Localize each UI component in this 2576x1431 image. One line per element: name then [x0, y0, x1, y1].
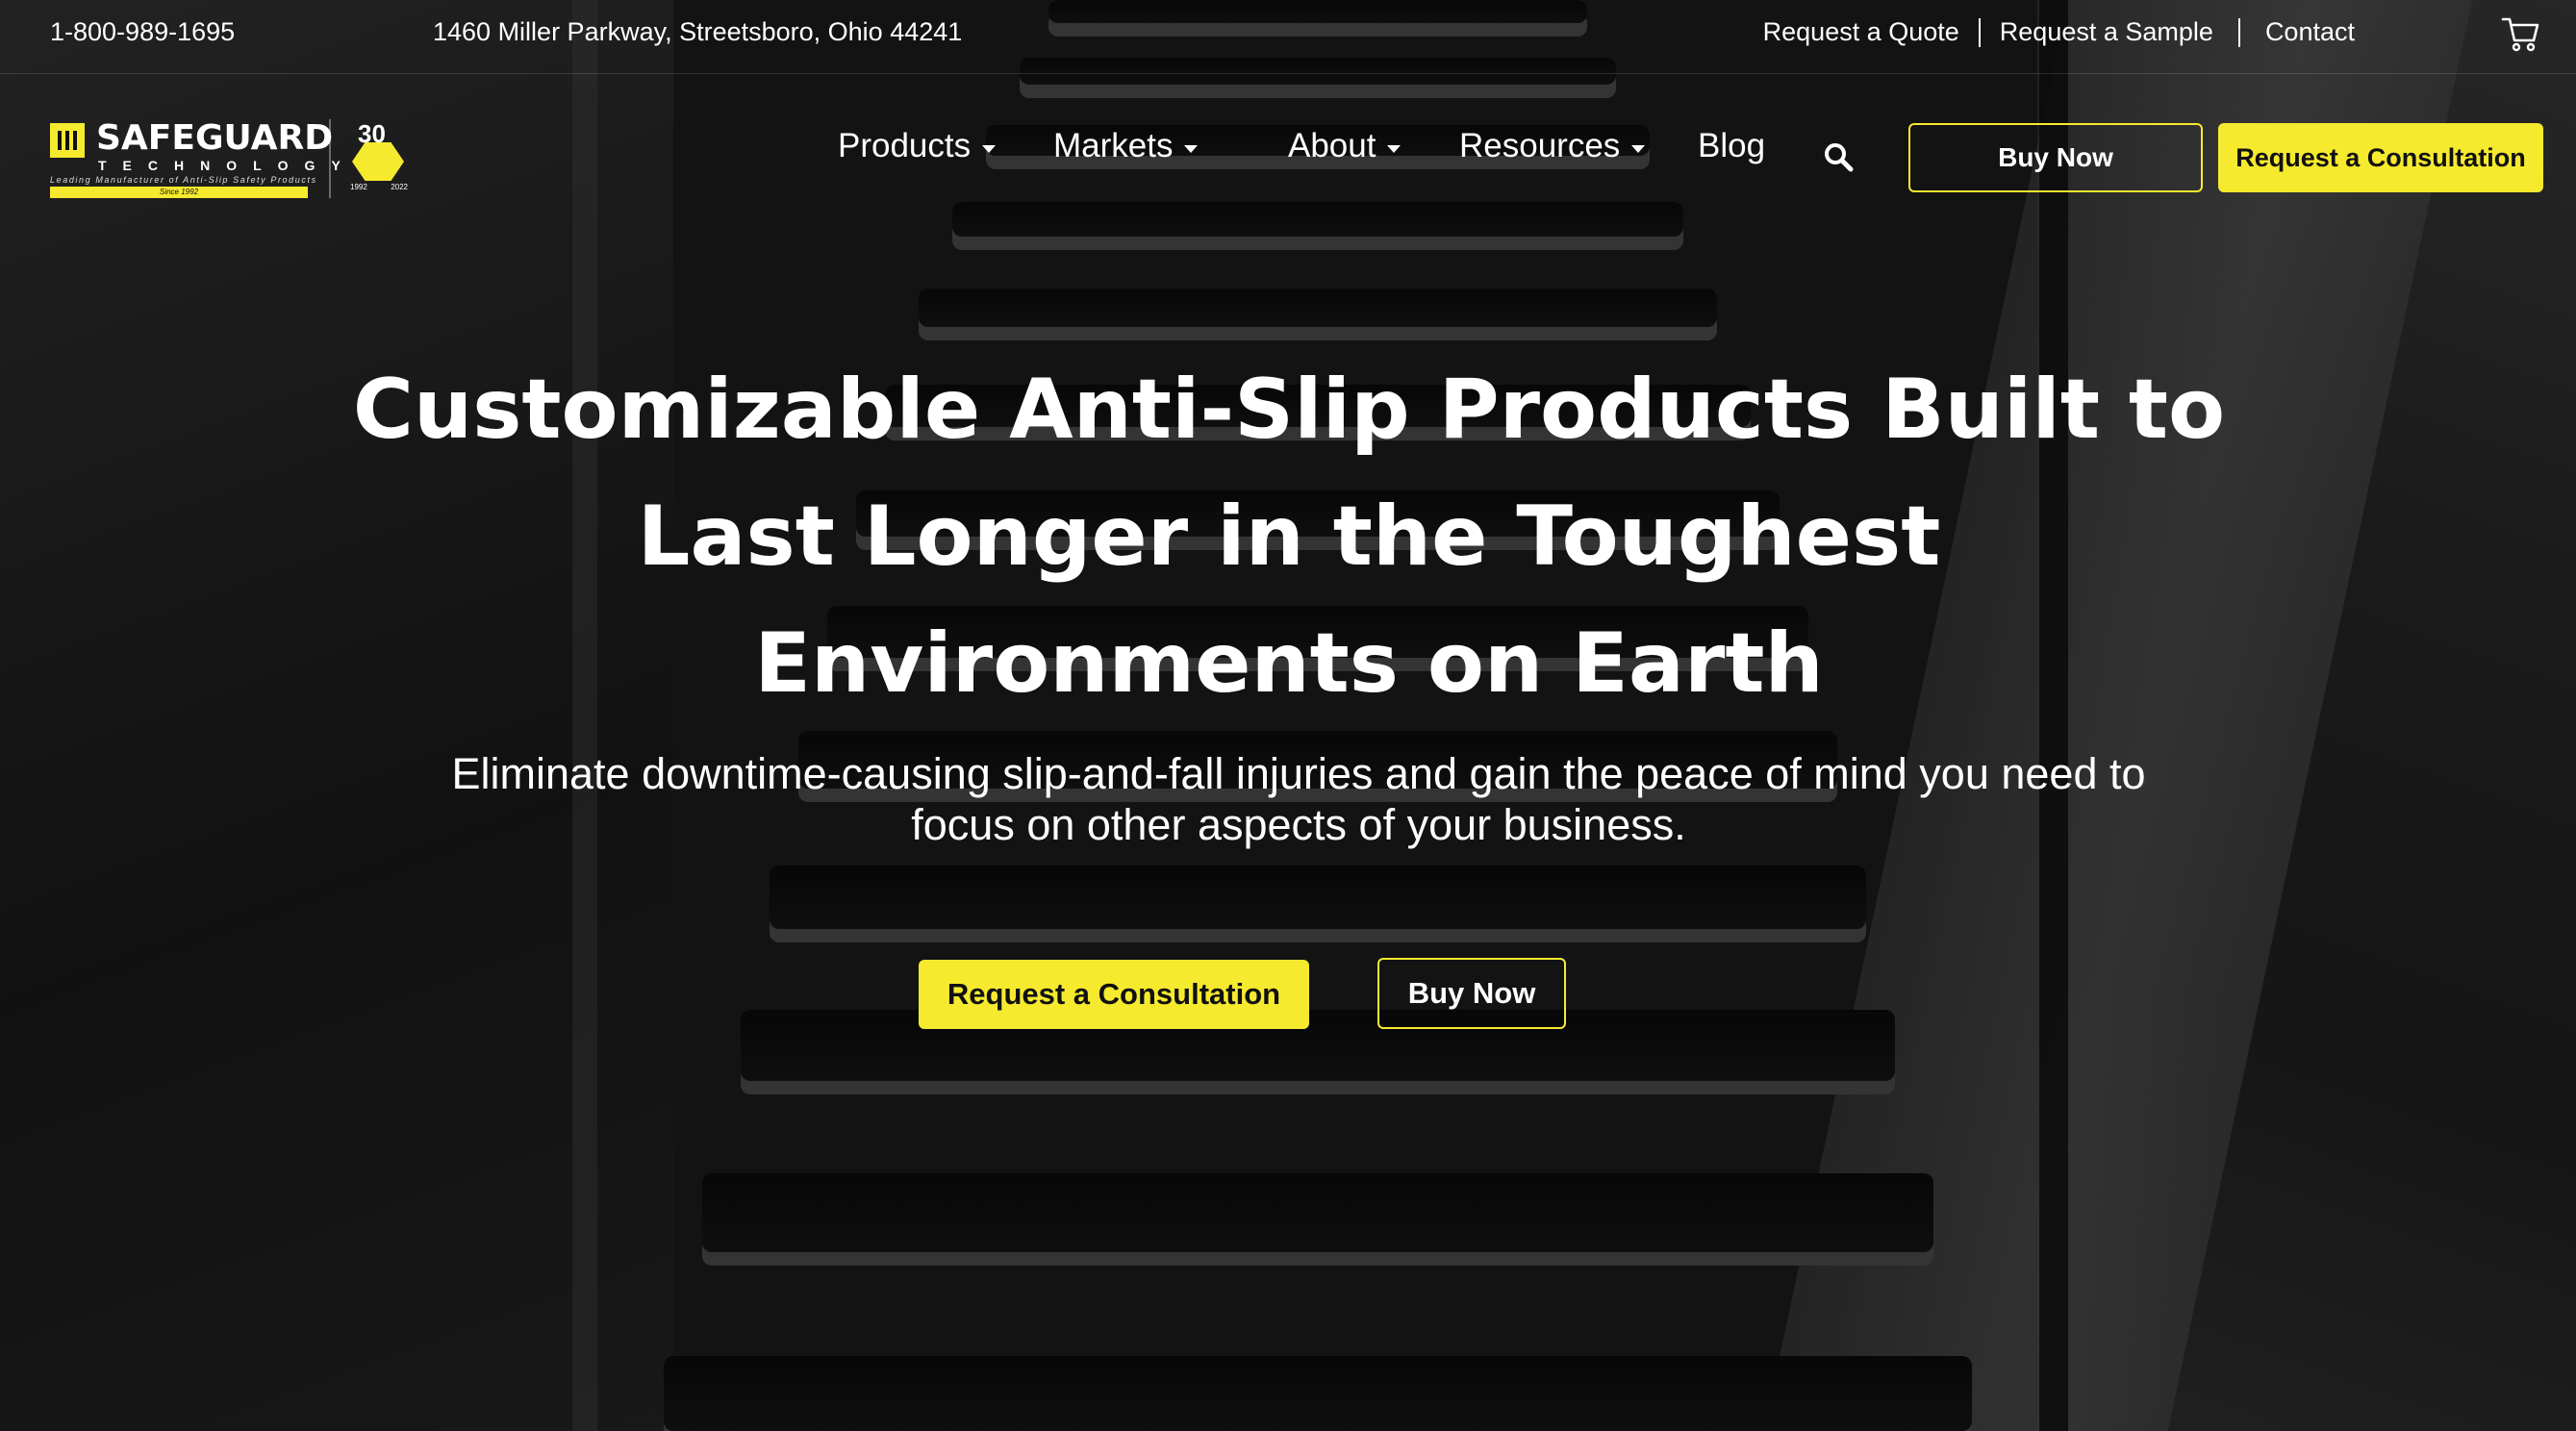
nav-item-label: Blog	[1698, 127, 1766, 164]
hero-buy-now-button[interactable]: Buy Now	[1377, 958, 1566, 1029]
logo-divider	[329, 119, 331, 198]
hero-request-consultation-button[interactable]: Request a Consultation	[919, 960, 1309, 1029]
anniversary-badge: 30 1992 2022	[348, 119, 408, 196]
nav-item-about[interactable]: About	[1288, 127, 1402, 165]
link-divider	[1978, 17, 1981, 47]
nav-request-consultation-button[interactable]: Request a Consultation	[2218, 123, 2543, 192]
caret-down-icon	[1387, 145, 1402, 153]
nav-item-label: Products	[838, 127, 972, 164]
nav-item-blog[interactable]: Blog	[1698, 127, 1765, 165]
request-quote-link[interactable]: Request a Quote	[1763, 17, 1959, 47]
caret-down-icon	[1631, 145, 1646, 153]
badge-years: 1992 2022	[350, 183, 408, 191]
top-utility-bar: 1-800-989-1695 1460 Miller Parkway, Stre…	[0, 0, 2576, 74]
nav-item-products[interactable]: Products	[838, 127, 997, 165]
logo-name: SAFEGUARD	[96, 118, 334, 158]
logo-since-bar: Since 1992	[50, 187, 308, 198]
contact-link[interactable]: Contact	[2265, 17, 2355, 47]
site-logo[interactable]: SAFEGUARD TECHNOLOGY Leading Manufacture…	[50, 118, 416, 198]
nav-item-label: Markets	[1053, 127, 1174, 164]
logo-tagline: Leading Manufacturer of Anti-Slip Safety…	[50, 175, 317, 185]
badge-start-year: 1992	[350, 183, 367, 191]
request-sample-link[interactable]: Request a Sample	[2000, 17, 2213, 47]
nav-buy-now-button[interactable]: Buy Now	[1908, 123, 2203, 192]
badge-end-year: 2022	[391, 183, 408, 191]
search-icon[interactable]	[1822, 140, 1855, 173]
caret-down-icon	[982, 145, 997, 153]
logo-subtitle: TECHNOLOGY	[98, 158, 357, 173]
nav-item-resources[interactable]: Resources	[1459, 127, 1646, 165]
nav-item-markets[interactable]: Markets	[1053, 127, 1199, 165]
hero-subheading: Eliminate downtime-causing slip-and-fall…	[451, 749, 2146, 849]
logo-mark-icon	[50, 123, 85, 158]
top-links: Request a Quote Request a Sample Contact	[1763, 17, 2355, 47]
caret-down-icon	[1184, 145, 1199, 153]
nav-item-label: Resources	[1459, 127, 1621, 164]
address-text: 1460 Miller Parkway, Streetsboro, Ohio 4…	[433, 17, 963, 46]
badge-number: 30	[358, 119, 386, 148]
nav-item-label: About	[1288, 127, 1376, 164]
hero-headline: Customizable Anti-Slip Products Built to…	[352, 362, 2226, 712]
phone-link[interactable]: 1-800-989-1695	[50, 17, 235, 47]
cart-icon[interactable]	[2501, 15, 2539, 52]
link-divider	[2237, 17, 2240, 47]
